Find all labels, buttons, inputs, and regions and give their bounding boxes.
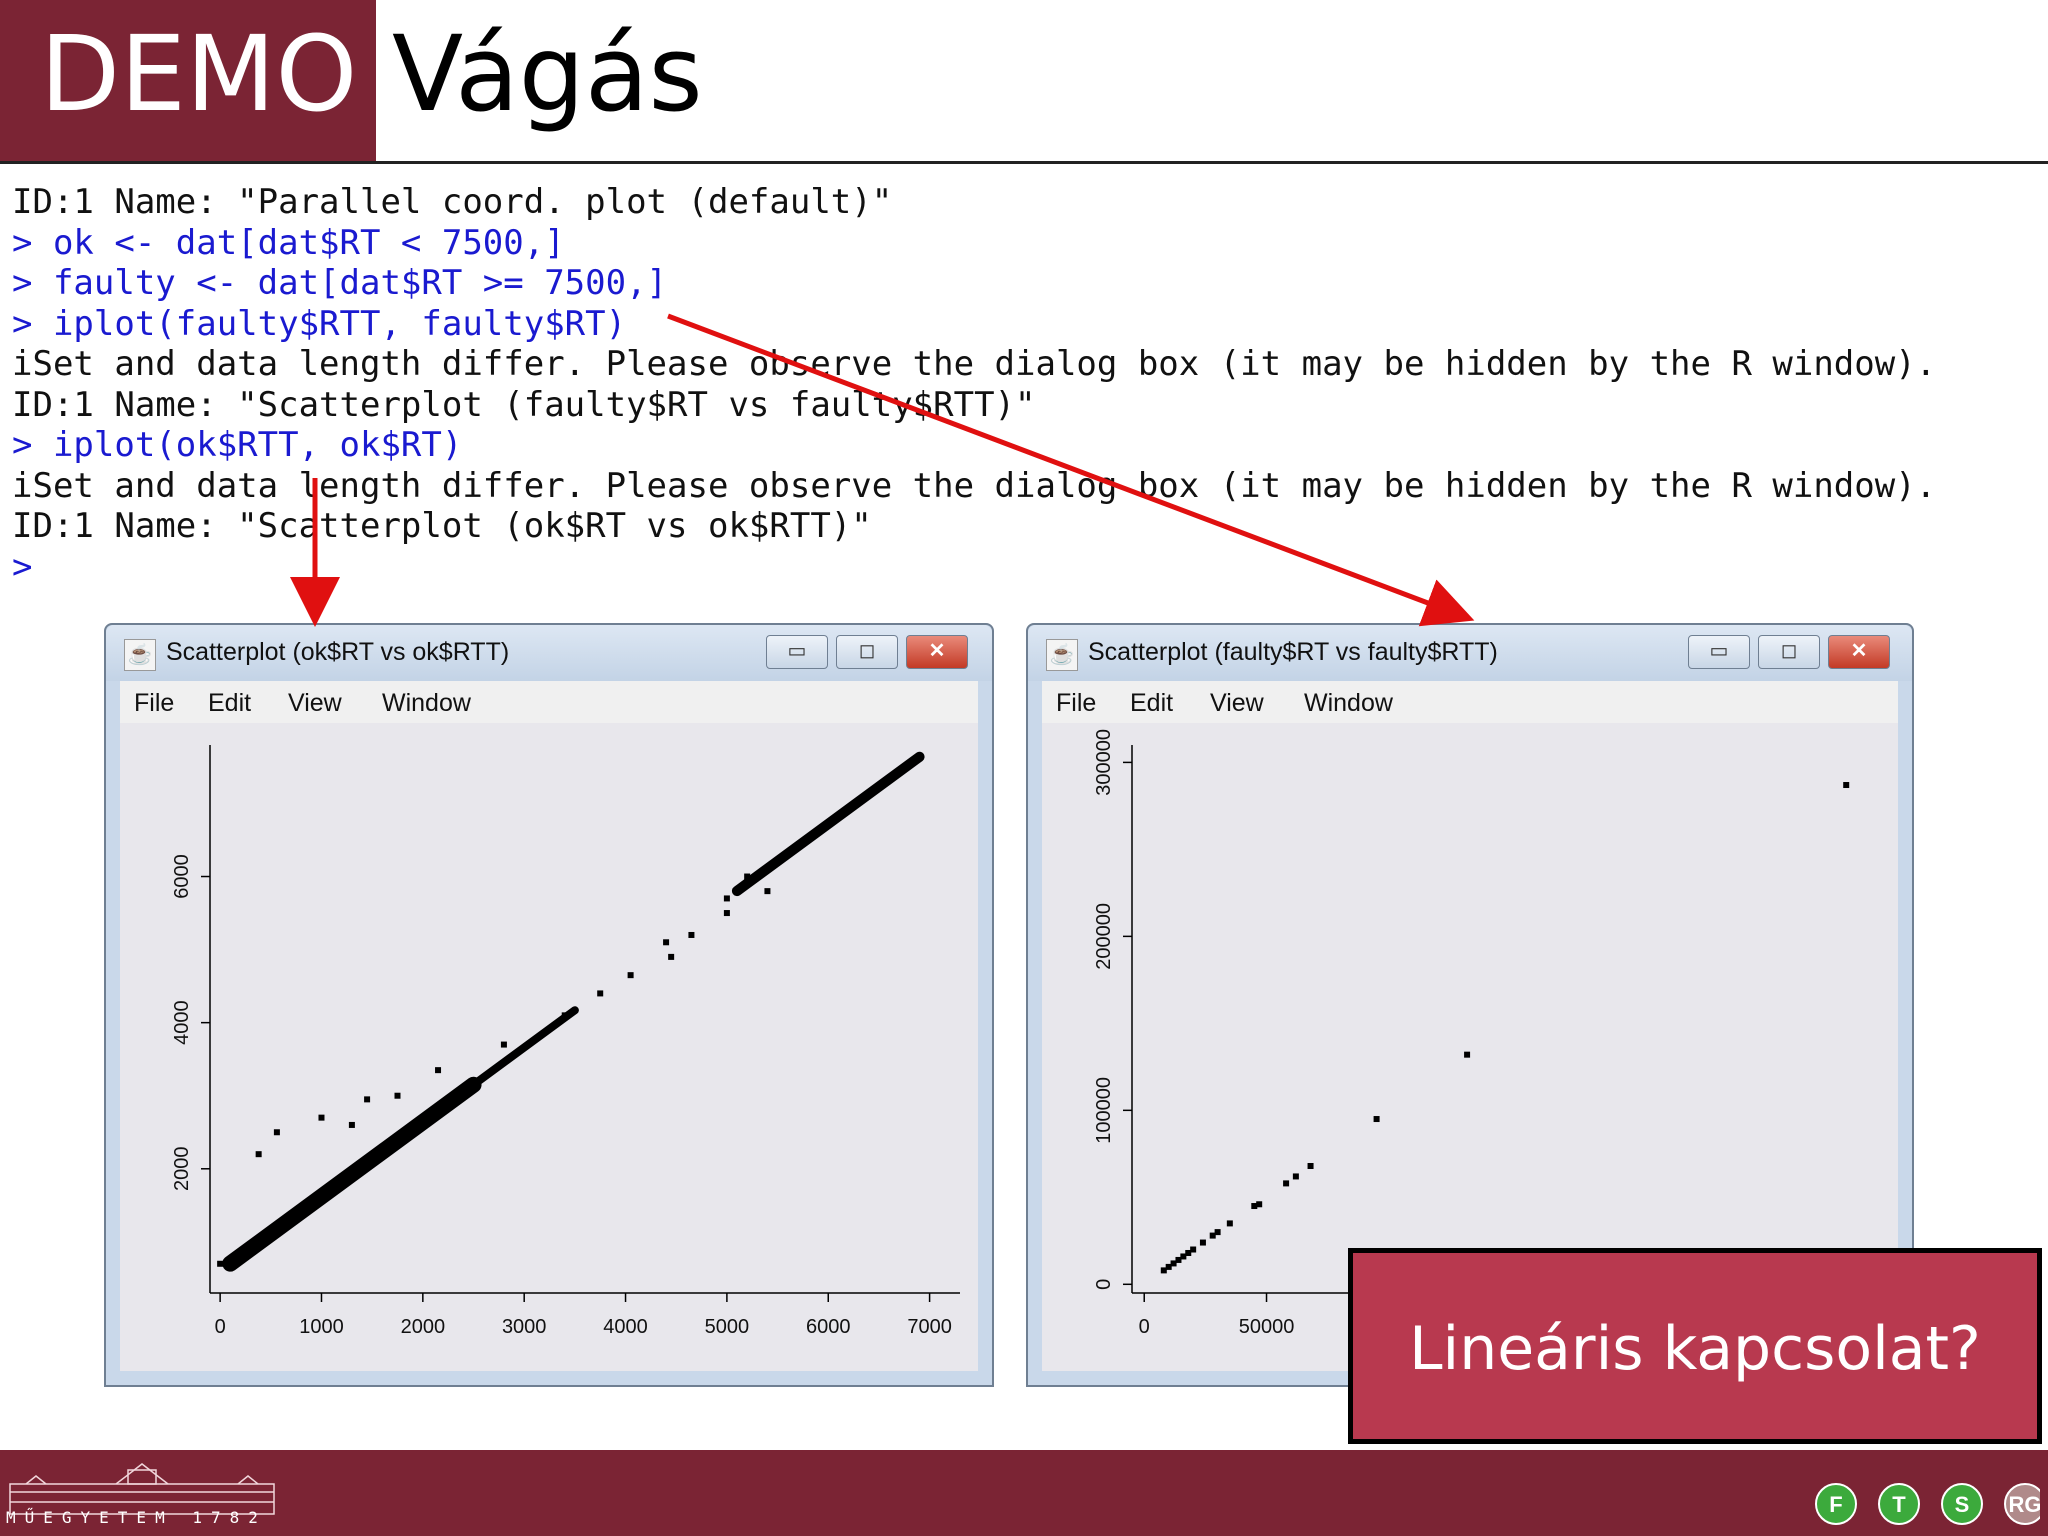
ftsrg-letter: F — [1829, 1492, 1842, 1517]
callout-box: Lineáris kapcsolat? — [1348, 1248, 2042, 1444]
callout-text: Lineáris kapcsolat? — [1409, 1314, 1981, 1384]
arrow-to-faulty-window — [667, 313, 1475, 627]
ftsrg-letter: RG — [2009, 1492, 2041, 1517]
logo-caption: MŰEGYETEM 1782 — [6, 1508, 267, 1527]
footer-bar: MŰEGYETEM 1782 F T S RG — [0, 1450, 2048, 1536]
ftsrg-logo: F T S RG — [1815, 1483, 2041, 1525]
ftsrg-letter: T — [1892, 1492, 1906, 1517]
ftsrg-letter: S — [1955, 1492, 1970, 1517]
